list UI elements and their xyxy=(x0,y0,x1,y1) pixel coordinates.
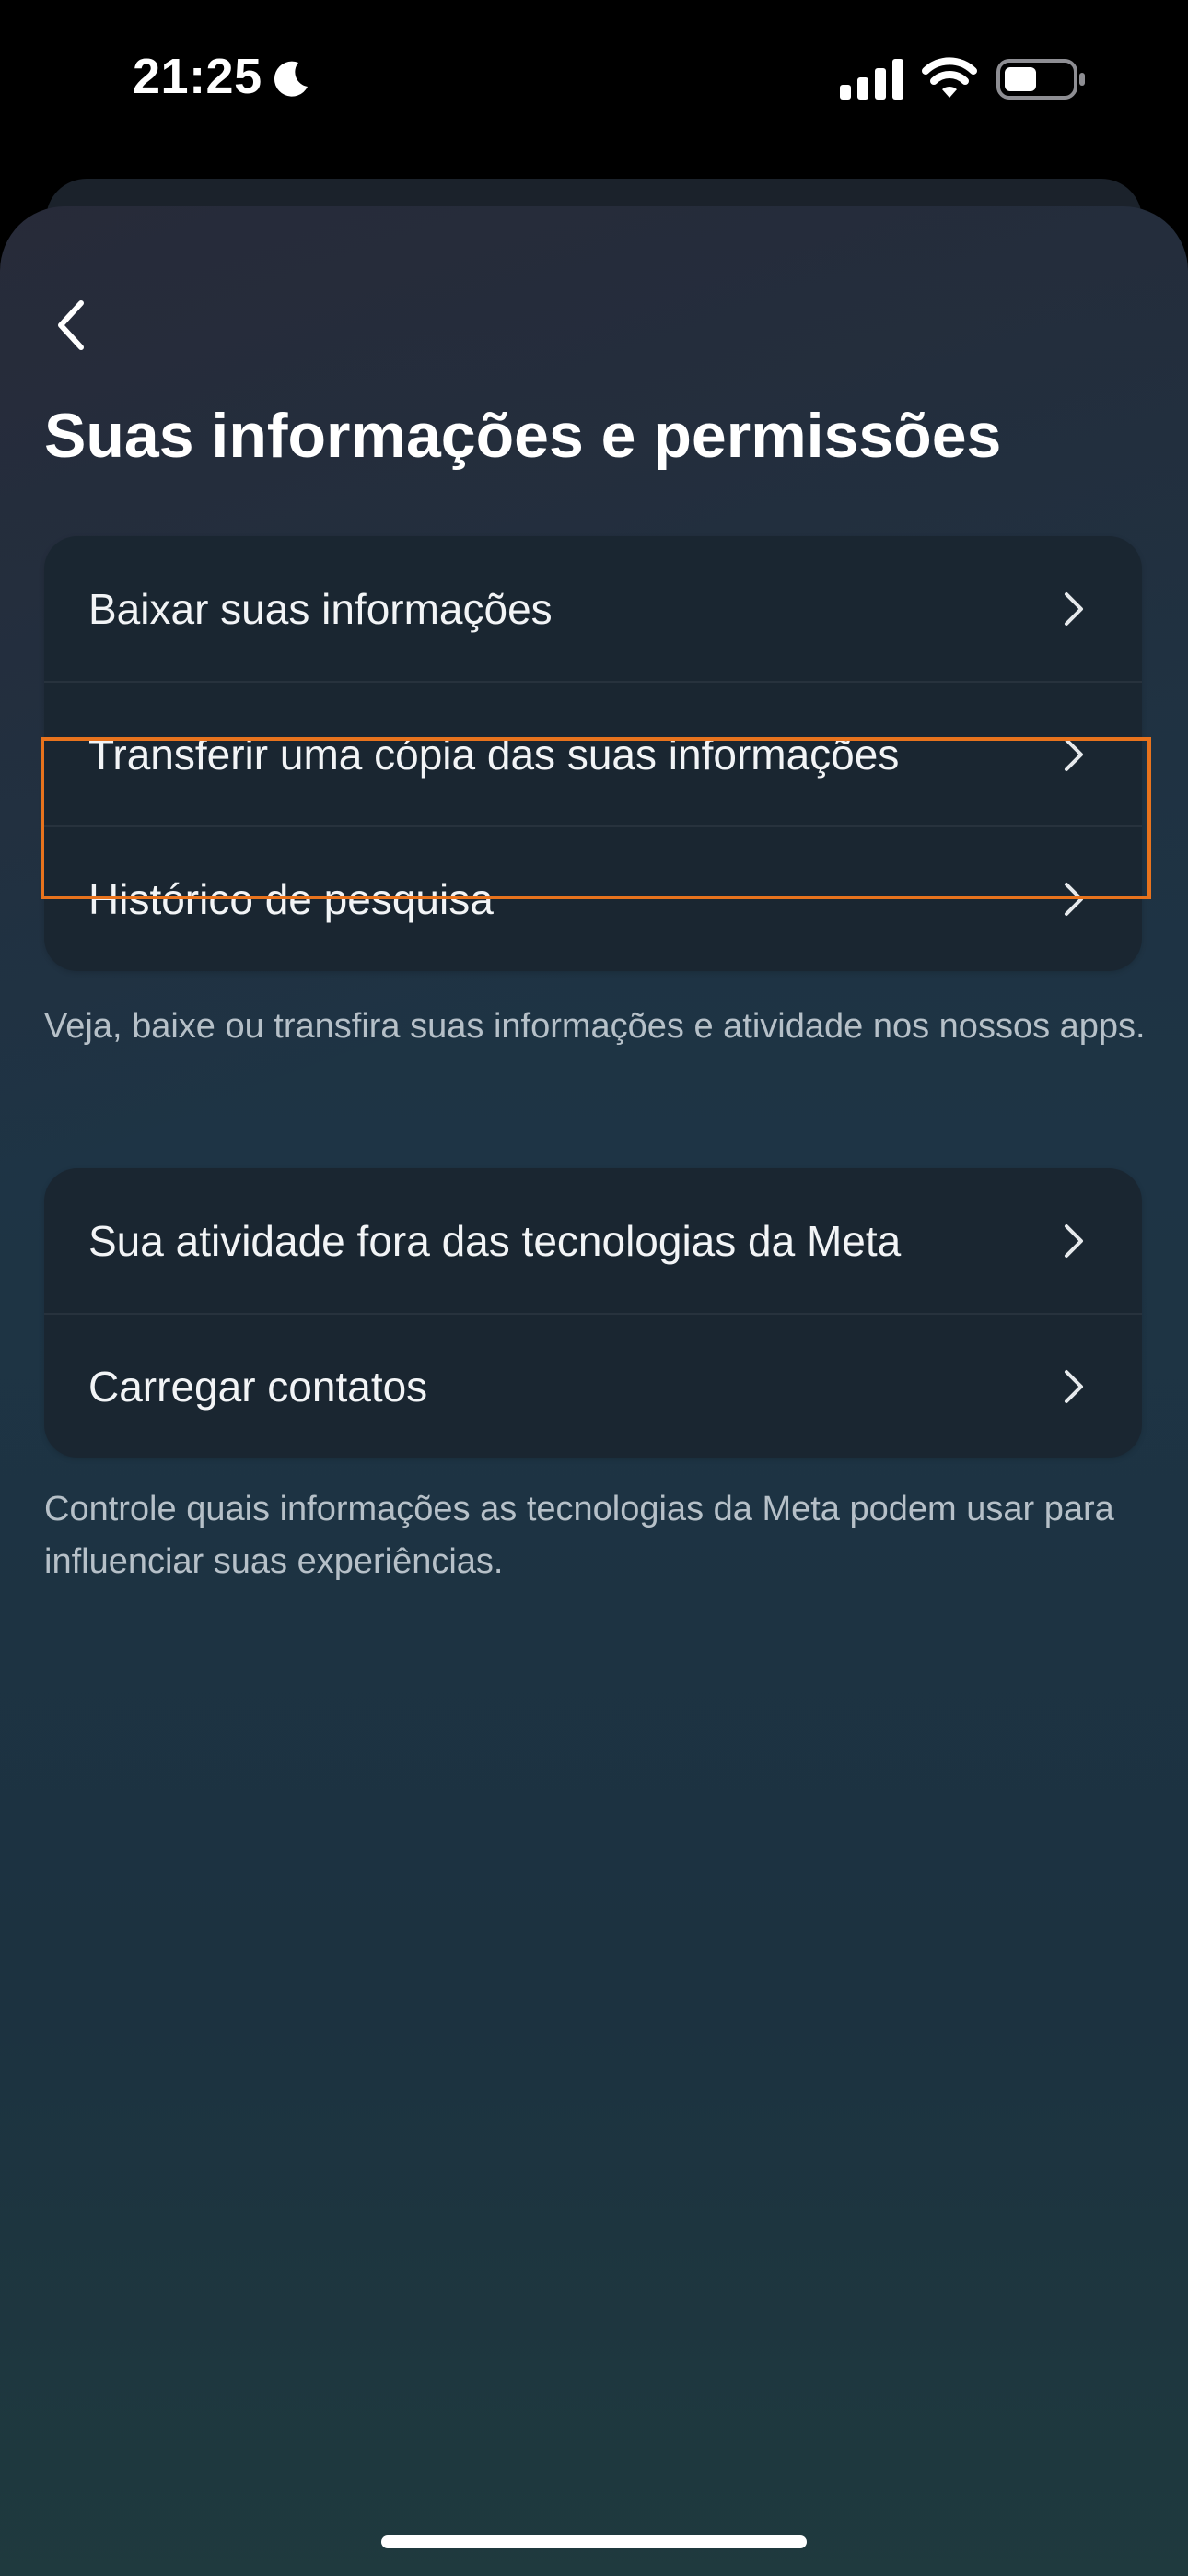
chevron-right-icon xyxy=(1065,591,1083,626)
menu-item-label: Histórico de pesquisa xyxy=(88,874,494,923)
chevron-right-icon xyxy=(1065,1224,1083,1258)
transfer-copy-item[interactable]: Transferir uma cópia das suas informaçõe… xyxy=(44,681,1142,825)
menu-item-label: Transferir uma cópia das suas informaçõe… xyxy=(88,730,900,779)
chevron-right-icon xyxy=(1065,1369,1083,1403)
download-information-item[interactable]: Baixar suas informações xyxy=(44,536,1142,681)
information-options-card: Baixar suas informações Transferir uma c… xyxy=(44,536,1142,971)
menu-item-label: Carregar contatos xyxy=(88,1362,428,1411)
menu-item-label: Sua atividade fora das tecnologias da Me… xyxy=(88,1216,902,1265)
wifi-icon xyxy=(922,57,977,98)
chevron-right-icon xyxy=(1065,737,1083,771)
status-time: 21:25 xyxy=(133,49,262,104)
section-1-caption: Veja, baixe ou transfira suas informaçõe… xyxy=(44,1007,1146,1046)
back-button[interactable] xyxy=(44,293,96,357)
activity-options-card: Sua atividade fora das tecnologias da Me… xyxy=(44,1168,1142,1458)
menu-item-label: Baixar suas informações xyxy=(88,584,553,633)
moon-icon xyxy=(274,61,308,97)
permissions-sheet: Suas informações e permissões Baixar sua… xyxy=(0,206,1188,2576)
screen: 21:25 Suas informações e permissões Baix… xyxy=(0,0,1188,2576)
signal-icon xyxy=(840,59,903,100)
page-title: Suas informações e permissões xyxy=(44,401,1002,471)
chevron-left-icon xyxy=(58,300,84,350)
status-bar: 21:25 xyxy=(0,0,1188,166)
upload-contacts-item[interactable]: Carregar contatos xyxy=(44,1313,1142,1458)
battery-icon xyxy=(996,59,1085,100)
chevron-right-icon xyxy=(1065,882,1083,916)
section-2-caption: Controle quais informações as tecnologia… xyxy=(44,1490,1114,1581)
search-history-item[interactable]: Histórico de pesquisa xyxy=(44,825,1142,970)
off-meta-activity-item[interactable]: Sua atividade fora das tecnologias da Me… xyxy=(44,1168,1142,1313)
home-indicator[interactable] xyxy=(381,2535,807,2548)
